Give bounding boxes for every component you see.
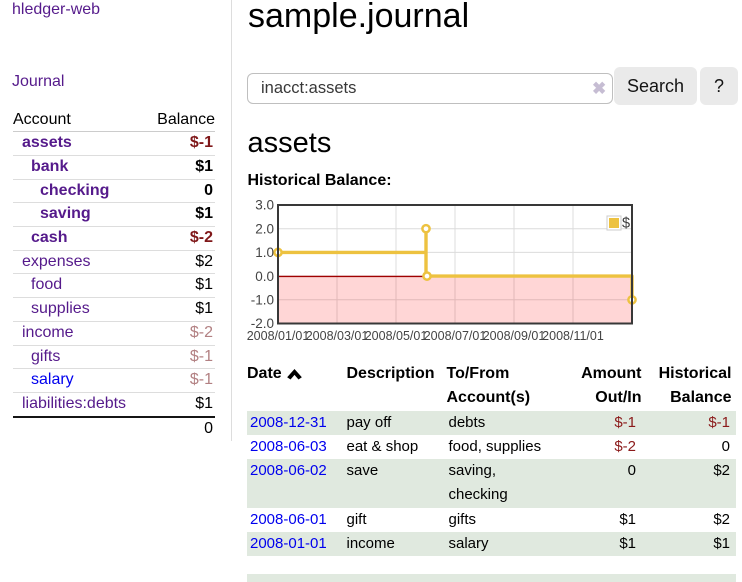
svg-text:$: $: [622, 216, 630, 232]
svg-text:2008/11/01: 2008/11/01: [542, 329, 604, 343]
svg-text:2008/07/01: 2008/07/01: [424, 329, 487, 343]
svg-text:3.0: 3.0: [255, 198, 274, 213]
svg-text:-1.0: -1.0: [251, 293, 274, 308]
svg-text:2.0: 2.0: [255, 221, 274, 236]
svg-text:0.0: 0.0: [255, 269, 274, 284]
svg-text:2008/09/01: 2008/09/01: [483, 329, 546, 343]
svg-text:2008/05/01: 2008/05/01: [365, 329, 428, 343]
svg-text:2008/03/01: 2008/03/01: [306, 329, 369, 343]
svg-text:1.0: 1.0: [255, 245, 274, 260]
svg-text:2008/01/01: 2008/01/01: [247, 329, 310, 343]
